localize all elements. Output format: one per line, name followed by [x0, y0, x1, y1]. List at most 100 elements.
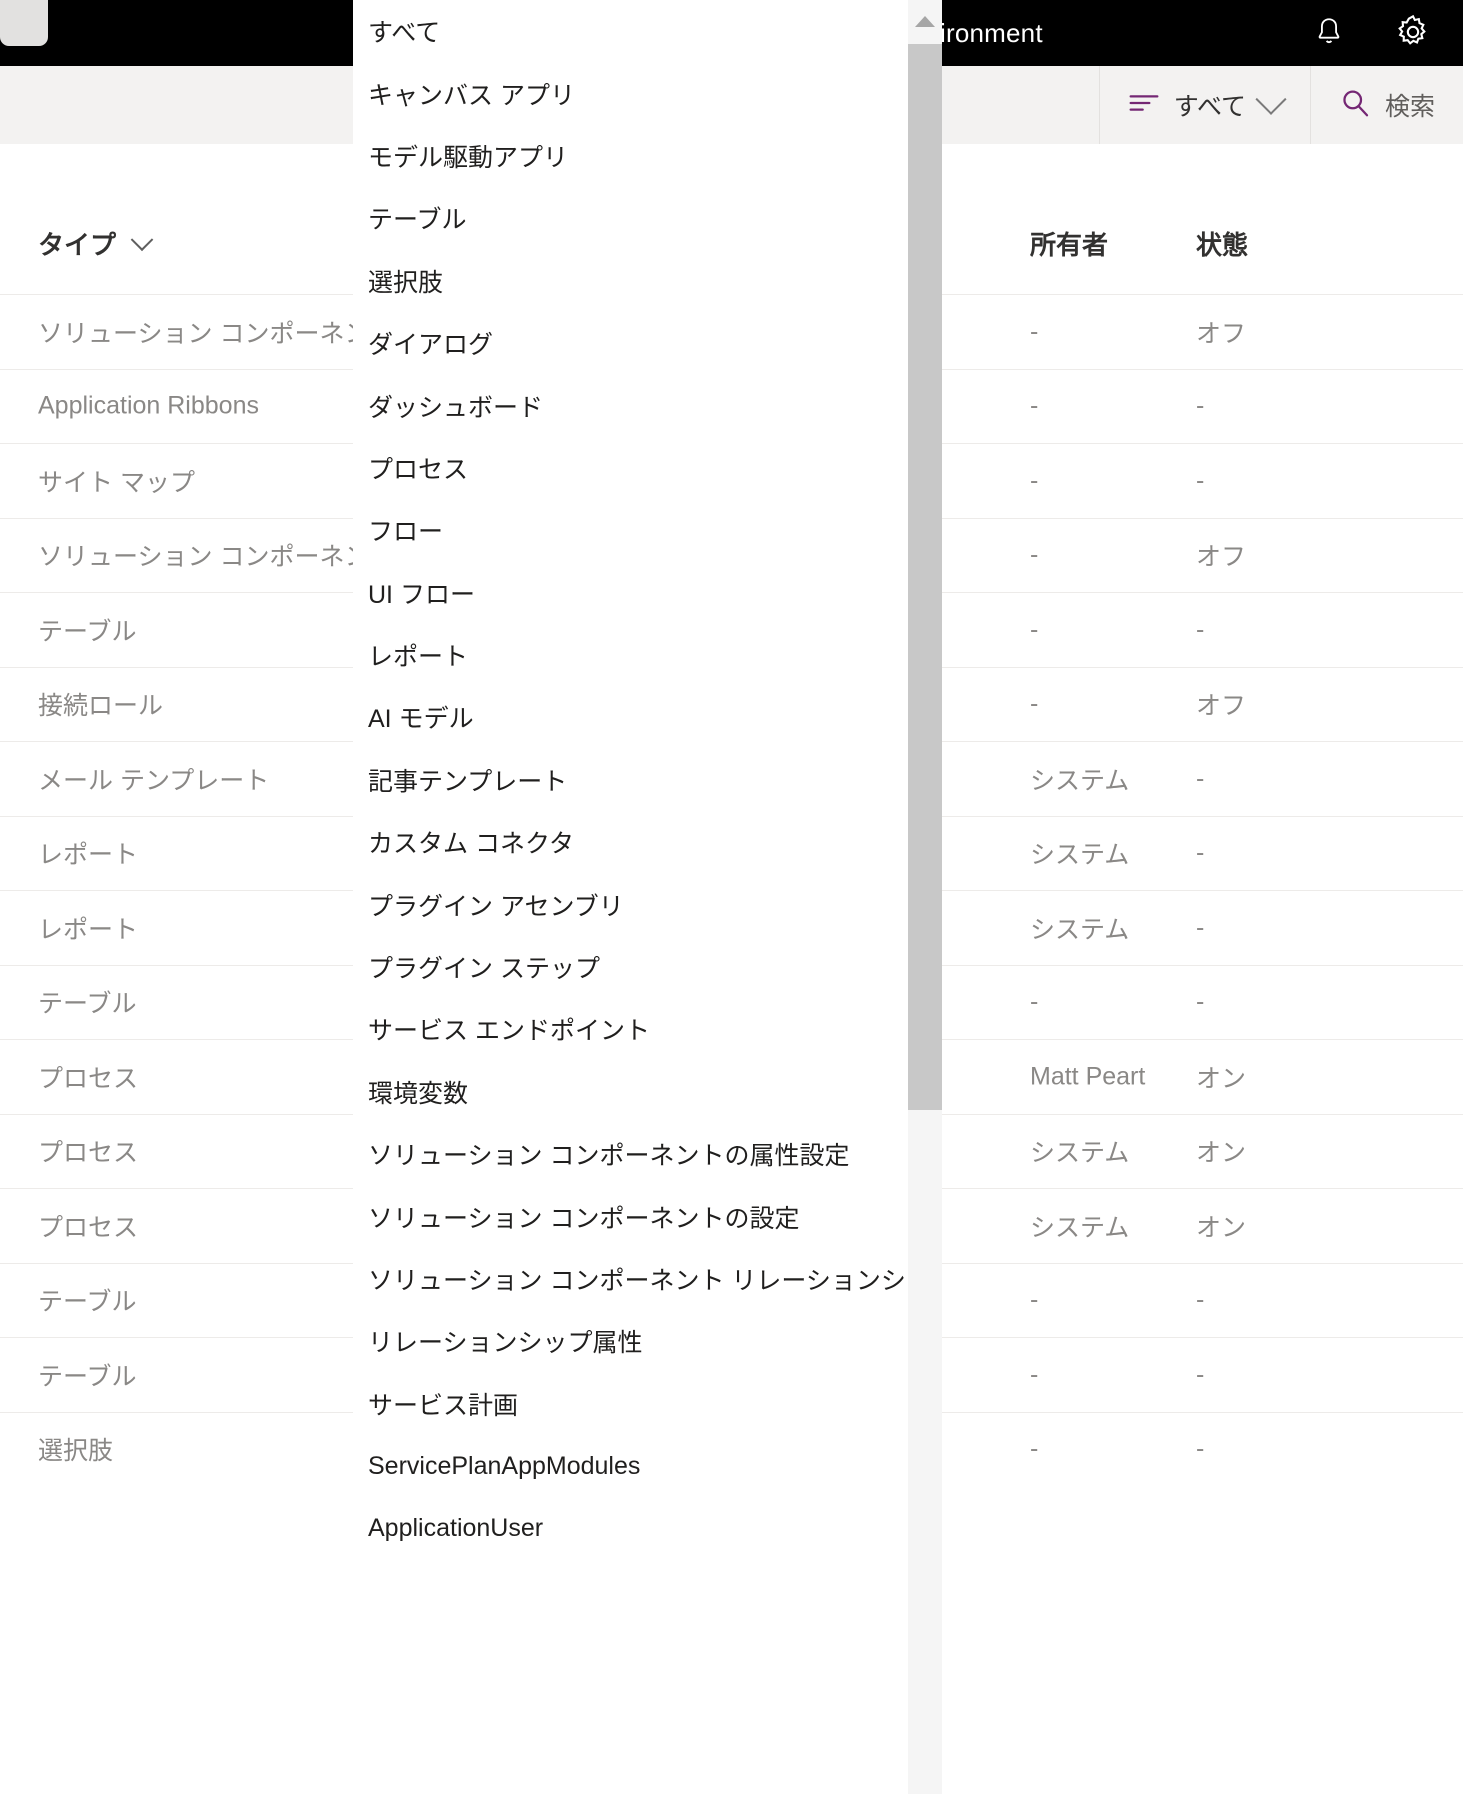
column-header-type[interactable]: タイプ: [38, 225, 150, 262]
dropdown-option[interactable]: 記事テンプレート: [353, 749, 942, 811]
app-header-actions: [1305, 8, 1437, 56]
dropdown-option[interactable]: ソリューション コンポーネントの属性設定: [353, 1123, 942, 1185]
cell-owner: システム: [1030, 910, 1129, 946]
dropdown-option[interactable]: ApplicationUser: [353, 1497, 942, 1559]
cell-state: オフ: [1196, 314, 1246, 350]
cell-type: プロセス: [38, 1133, 138, 1169]
cell-type: テーブル: [38, 984, 137, 1020]
scrollbar-thumb[interactable]: [908, 44, 942, 1110]
cell-state: -: [1196, 1435, 1204, 1464]
filter-selected-value: すべて: [1174, 87, 1246, 123]
dropdown-option[interactable]: キャンバス アプリ: [353, 62, 942, 124]
dropdown-option[interactable]: AI モデル: [353, 686, 942, 748]
cell-owner: -: [1030, 988, 1038, 1017]
cell-state: -: [1196, 988, 1204, 1017]
dropdown-option[interactable]: カスタム コネクタ: [353, 811, 942, 873]
cell-type: サイト マップ: [38, 463, 195, 499]
dropdown-option[interactable]: 環境変数: [353, 1061, 942, 1123]
dropdown-option[interactable]: ダッシュボード: [353, 374, 942, 436]
cell-state: -: [1196, 913, 1204, 942]
column-header-owner[interactable]: 所有者: [1030, 225, 1108, 262]
dropdown-option[interactable]: サービス エンドポイント: [353, 998, 942, 1060]
search-icon: [1339, 87, 1371, 124]
dropdown-option[interactable]: ServicePlanAppModules: [353, 1435, 942, 1497]
column-header-state-label: 状態: [1196, 225, 1248, 262]
cell-type: メール テンプレート: [38, 761, 269, 797]
cell-owner: -: [1030, 1286, 1038, 1315]
dropdown-option[interactable]: テーブル: [353, 187, 942, 249]
cell-type: 接続ロール: [38, 686, 163, 722]
cell-type: プロセス: [38, 1059, 138, 1095]
type-filter-option-list: すべてキャンバス アプリモデル駆動アプリテーブル選択肢ダイアログダッシュボードプ…: [353, 0, 942, 1560]
cell-state: -: [1196, 615, 1204, 644]
browser-tab-stub[interactable]: [0, 0, 48, 46]
cell-type: Application Ribbons: [38, 392, 259, 421]
cell-owner: -: [1030, 466, 1038, 495]
cell-state: オン: [1196, 1208, 1246, 1244]
cell-owner: -: [1030, 1360, 1038, 1389]
cell-state: -: [1196, 392, 1204, 421]
cell-owner: システム: [1030, 835, 1129, 871]
cell-state: -: [1196, 466, 1204, 495]
settings-button[interactable]: [1389, 8, 1437, 56]
cell-state: オン: [1196, 1133, 1246, 1169]
cell-owner: システム: [1030, 761, 1129, 797]
chevron-down-icon: [1255, 84, 1286, 115]
scroll-up-button[interactable]: [908, 0, 942, 42]
dropdown-option[interactable]: すべて: [353, 0, 942, 62]
cell-state: オフ: [1196, 537, 1246, 573]
cell-state: -: [1196, 764, 1204, 793]
dropdown-option[interactable]: サービス計画: [353, 1373, 942, 1435]
cell-state: オフ: [1196, 686, 1246, 722]
dropdown-option[interactable]: プラグイン ステップ: [353, 936, 942, 998]
dropdown-option[interactable]: リレーションシップ属性: [353, 1310, 942, 1372]
cell-owner: -: [1030, 1435, 1038, 1464]
dropdown-option[interactable]: モデル駆動アプリ: [353, 125, 942, 187]
dropdown-option[interactable]: レポート: [353, 624, 942, 686]
dropdown-option[interactable]: ソリューション コンポーネント リレーションシップの設定: [353, 1248, 942, 1310]
cell-type: レポート: [38, 835, 138, 871]
gear-icon: [1393, 12, 1433, 52]
cell-state: -: [1196, 839, 1204, 868]
bell-icon: [1312, 14, 1346, 50]
dropdown-option[interactable]: UI フロー: [353, 562, 942, 624]
dropdown-option[interactable]: プロセス: [353, 437, 942, 499]
command-bar-actions: すべて 検索: [1099, 66, 1463, 144]
dropdown-option[interactable]: ソリューション コンポーネントの設定: [353, 1185, 942, 1247]
cell-owner: システム: [1030, 1208, 1129, 1244]
caret-up-icon: [915, 16, 935, 27]
environment-title: ironment: [940, 18, 1043, 49]
cell-type: 選択肢: [38, 1431, 113, 1467]
cell-type: レポート: [38, 910, 138, 946]
dropdown-option[interactable]: プラグイン アセンブリ: [353, 873, 942, 935]
dropdown-scrollbar[interactable]: [908, 0, 942, 1794]
dropdown-option[interactable]: ダイアログ: [353, 312, 942, 374]
column-header-owner-label: 所有者: [1030, 225, 1108, 262]
cell-owner: -: [1030, 615, 1038, 644]
cell-type: テーブル: [38, 612, 137, 648]
chevron-down-icon: [131, 228, 154, 251]
type-filter-dropdown: すべてキャンバス アプリモデル駆動アプリテーブル選択肢ダイアログダッシュボードプ…: [353, 0, 942, 1794]
cell-state: オン: [1196, 1059, 1246, 1095]
filter-dropdown-button[interactable]: すべて: [1099, 66, 1310, 144]
cell-owner: -: [1030, 541, 1038, 570]
notifications-button[interactable]: [1305, 8, 1353, 56]
cell-state: -: [1196, 1360, 1204, 1389]
cell-owner: -: [1030, 317, 1038, 346]
filter-lines-icon: [1128, 90, 1160, 121]
column-header-state[interactable]: 状態: [1196, 225, 1248, 262]
dropdown-option[interactable]: フロー: [353, 499, 942, 561]
cell-state: -: [1196, 1286, 1204, 1315]
search-label: 検索: [1385, 87, 1435, 123]
cell-type: テーブル: [38, 1357, 137, 1393]
cell-owner: システム: [1030, 1133, 1129, 1169]
cell-type: プロセス: [38, 1208, 138, 1244]
cell-owner: -: [1030, 690, 1038, 719]
column-header-type-label: タイプ: [38, 225, 116, 262]
cell-type: テーブル: [38, 1282, 137, 1318]
cell-owner: -: [1030, 392, 1038, 421]
search-button[interactable]: 検索: [1310, 66, 1463, 144]
cell-owner: Matt Peart: [1030, 1062, 1145, 1091]
app-root: ironment: [0, 0, 1463, 1794]
dropdown-option[interactable]: 選択肢: [353, 250, 942, 312]
